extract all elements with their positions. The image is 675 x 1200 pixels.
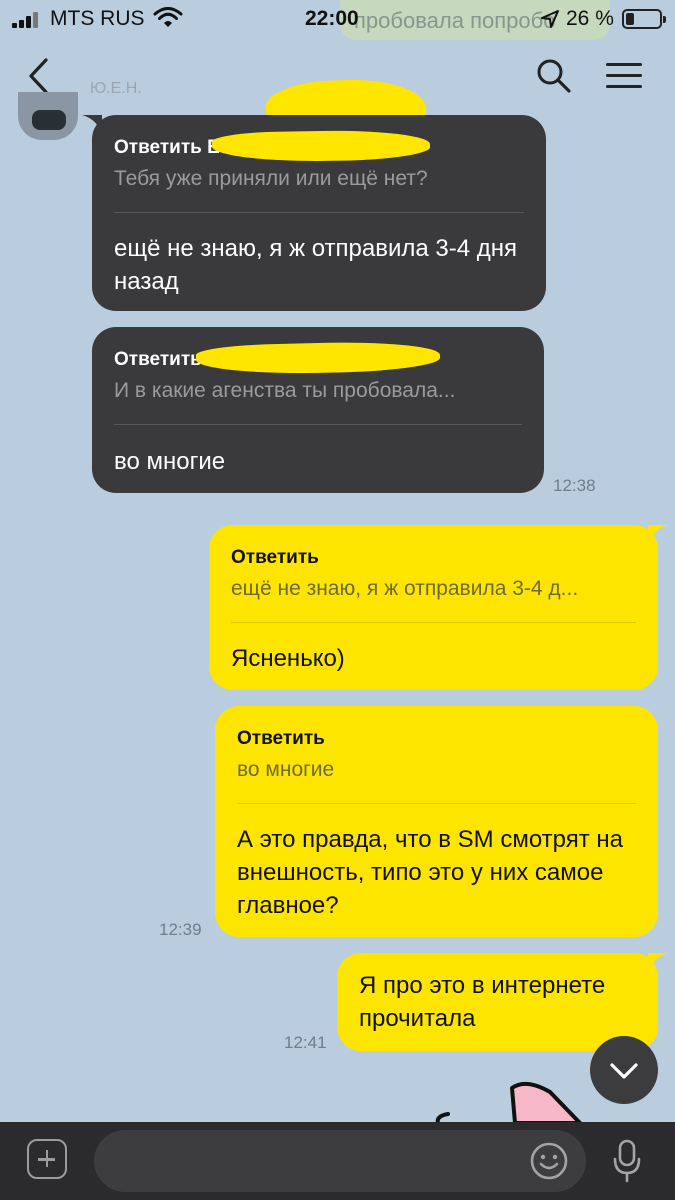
battery-percent: 26 % [566,7,614,30]
message-text: Я про это в интернете прочитала [359,972,606,1032]
bubble-tail [648,953,668,971]
message-time: 12:41 [284,1033,327,1052]
message-input-bar [0,1122,675,1200]
plus-icon[interactable] [27,1139,67,1179]
divider [237,803,636,804]
avatar[interactable] [18,92,78,140]
status-bar: MTS RUS пробовала попробо 22:00 26 % [0,0,675,40]
signal-icon [12,12,42,28]
reply-quote: во многие [237,758,335,781]
chat-header [0,40,675,147]
outgoing-message-2[interactable]: Ответить во многие А это правда, что в S… [215,706,658,937]
bubble-tail [648,525,668,543]
message-input[interactable] [94,1130,586,1192]
divider [114,212,524,213]
back-arrow-icon[interactable] [22,56,56,96]
reply-label: Ответить [237,728,325,749]
divider [231,622,636,623]
bubble-tail [82,115,102,133]
reply-quote: ещё не знаю, я ж отправила 3-4 д... [231,577,579,600]
clock: 22:00 [305,7,359,30]
battery-icon [622,9,666,29]
message-text: А это правда, что в SM смотрят на внешно… [237,826,623,919]
search-icon[interactable] [534,56,574,96]
reply-quote: Тебя уже приняли или ещё нет? [114,167,428,190]
message-text: Ясненько) [231,645,345,672]
sender-name: Ю.Е.Н. [90,80,142,97]
chevron-down-icon [610,1063,638,1079]
message-time: 12:38 [553,476,596,495]
scroll-down-button[interactable] [590,1036,658,1104]
incoming-message-1[interactable]: Ответить Е Тебя уже приняли или ещё нет?… [92,115,546,311]
microphone-icon[interactable] [612,1139,642,1183]
divider [114,424,522,425]
message-time: 12:39 [159,920,202,939]
reply-quote: И в какие агенства ты пробовала... [114,379,456,402]
wifi-icon [153,7,183,27]
reply-label: Ответить [231,547,319,568]
message-text: во многие [114,448,226,475]
outgoing-message-1[interactable]: Ответить ещё не знаю, я ж отправила 3-4 … [209,525,658,690]
carrier-name: MTS RUS [50,7,145,30]
location-arrow-icon [541,10,559,28]
incoming-message-2[interactable]: Ответить И в какие агенства ты пробовала… [92,327,544,493]
menu-icon[interactable] [604,60,644,92]
message-text: ещё не знаю, я ж отправила 3-4 дня назад [114,235,517,295]
emoji-icon[interactable] [529,1141,569,1181]
